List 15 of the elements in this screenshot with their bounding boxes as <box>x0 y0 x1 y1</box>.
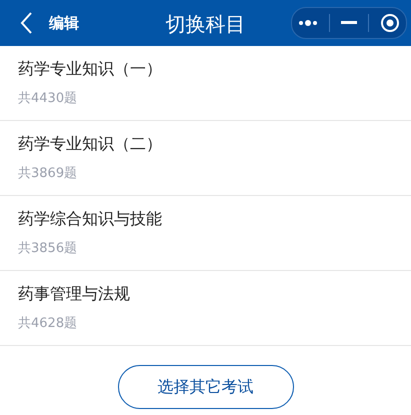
subject-name[interactable]: 药事管理与法规 <box>18 284 130 305</box>
close-icon[interactable] <box>380 13 400 33</box>
page-title: 切换科目 <box>166 11 246 38</box>
edit-link[interactable]: 编辑 <box>49 14 79 32</box>
minimize-icon[interactable] <box>340 21 357 25</box>
back-icon[interactable] <box>20 11 33 35</box>
subject-name[interactable]: 药学综合知识与技能 <box>18 209 162 230</box>
question-count: 共3869题 <box>18 165 78 182</box>
more-icon[interactable] <box>298 19 318 27</box>
choose-exam-button[interactable]: 选择其它考试 <box>118 365 294 409</box>
question-count: 共3856题 <box>18 240 78 257</box>
subject-name[interactable]: 药学专业知识（二） <box>18 134 162 155</box>
subject-name[interactable]: 药学专业知识（一） <box>18 59 162 80</box>
question-count: 共4628题 <box>18 315 78 332</box>
question-count: 共4430题 <box>18 90 78 107</box>
